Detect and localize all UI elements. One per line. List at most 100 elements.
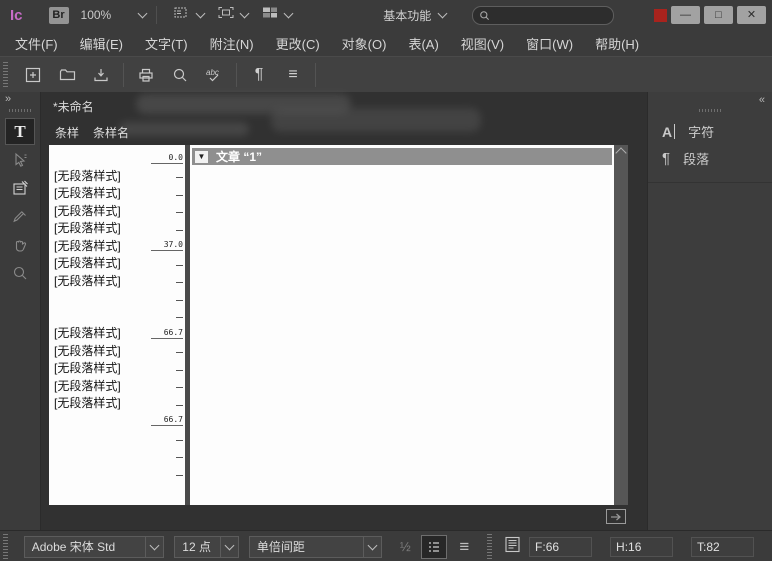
screen-mode-dropdown[interactable] xyxy=(218,6,248,24)
save-button[interactable] xyxy=(84,61,118,89)
menu-item[interactable]: 附注(N) xyxy=(199,34,265,53)
menu-item[interactable]: 表(A) xyxy=(397,34,449,53)
depth-ruler-tick xyxy=(176,317,183,318)
toolbar-grip[interactable] xyxy=(3,62,8,88)
paragraph-style-label: [无段落样式] xyxy=(49,394,149,411)
galley-info-toggle[interactable] xyxy=(421,535,448,559)
arrange-documents-dropdown[interactable] xyxy=(262,6,292,24)
incopy-logo-icon: Ic xyxy=(10,7,23,24)
depth-ruler-cell: 66.7 xyxy=(149,412,185,430)
type-tool[interactable]: T xyxy=(5,118,35,145)
document-area: *未命名 条样条样名 0.0 xyxy=(41,92,648,530)
collapse-dock-icon[interactable]: « xyxy=(759,94,764,106)
depth-ruler-cell xyxy=(149,342,185,360)
leading-dropdown[interactable]: 单倍间距 xyxy=(249,536,382,558)
copyfit-info: F:66H:16T:82 xyxy=(529,537,772,557)
vertical-scrollbar[interactable] xyxy=(614,145,628,505)
maximize-button[interactable]: □ xyxy=(704,6,733,24)
print-button[interactable] xyxy=(129,61,163,89)
galley-row: [无段落样式] xyxy=(49,167,185,185)
depth-ruler-cell xyxy=(149,254,185,272)
depth-ruler-tick xyxy=(176,282,183,283)
hand-tool[interactable] xyxy=(6,232,34,257)
collapse-story-button[interactable]: ▼ xyxy=(195,151,208,163)
view-tabs: 条样条样名 xyxy=(55,124,129,141)
expand-panel-icon[interactable]: » xyxy=(5,93,10,105)
bridge-button[interactable]: Br xyxy=(49,7,69,24)
menu-item[interactable]: 更改(C) xyxy=(265,34,331,53)
chevron-down-icon xyxy=(224,540,234,550)
copyfit-value: T:82 xyxy=(691,537,754,557)
chevron-down-icon xyxy=(284,9,294,19)
depth-ruler-cell xyxy=(149,394,185,412)
view-options-dropdown[interactable] xyxy=(174,6,204,24)
document-bottom-strip xyxy=(41,505,648,530)
statusbar-grip[interactable] xyxy=(487,534,492,560)
statusbar-menu-icon[interactable]: ≡ xyxy=(459,537,469,557)
panel-tab-paragraph[interactable]: ¶ 段落 xyxy=(648,145,772,172)
close-button[interactable]: ✕ xyxy=(737,6,766,24)
paragraph-style-label: [无段落样式] xyxy=(49,377,149,394)
new-document-button[interactable] xyxy=(16,61,50,89)
depth-ruler-cell xyxy=(149,464,185,482)
panel-grip[interactable] xyxy=(9,109,31,112)
panel-tab-character[interactable]: A 字符 xyxy=(648,118,772,145)
note-tool[interactable] xyxy=(6,176,34,201)
galley-row xyxy=(49,464,185,482)
menu-item[interactable]: 对象(O) xyxy=(331,34,398,53)
chevron-down-icon xyxy=(196,9,206,19)
galley-row xyxy=(49,307,185,325)
depth-ruler-tick xyxy=(176,352,183,353)
workspace-switcher[interactable]: 基本功能 xyxy=(383,7,446,24)
depth-ruler-cell: 37.0 xyxy=(149,237,185,255)
font-size-dropdown[interactable]: 12 点 xyxy=(174,536,239,558)
view-tab[interactable]: 条样名 xyxy=(93,124,129,141)
font-family-dropdown[interactable]: Adobe 宋体 Std xyxy=(24,536,165,558)
magnifier-icon xyxy=(12,265,28,281)
document-tab[interactable]: *未命名 xyxy=(53,98,94,115)
show-hidden-characters-button[interactable]: ¶ xyxy=(242,61,276,89)
depth-ruler-tick xyxy=(176,265,183,266)
minimize-button[interactable]: — xyxy=(671,6,700,24)
jump-arrow-icon xyxy=(609,512,623,522)
story-editor[interactable]: ▼ 文章 “1” xyxy=(190,145,614,505)
incopy-window: Ic Br 100% 基本功能 xyxy=(0,0,772,561)
save-icon xyxy=(93,67,109,83)
smudge-artifact xyxy=(271,108,481,132)
eyedropper-tool[interactable] xyxy=(6,204,34,229)
galley-row: [无段落样式] xyxy=(49,377,185,395)
chevron-down-icon xyxy=(438,9,448,19)
paragraph-style-label: [无段落样式] xyxy=(49,342,149,359)
overset-jump-icon[interactable] xyxy=(606,509,626,524)
zoom-level-dropdown[interactable]: 100% xyxy=(81,8,147,22)
panel-grip[interactable] xyxy=(699,109,721,112)
menu-item[interactable]: 视图(V) xyxy=(450,34,515,53)
separator xyxy=(315,63,316,87)
menu-item[interactable]: 帮助(H) xyxy=(584,34,650,53)
zoom-tool-button[interactable] xyxy=(163,61,197,89)
menu-item[interactable]: 文字(T) xyxy=(134,34,199,53)
toolbar-menu-icon[interactable]: ≡ xyxy=(276,61,310,89)
position-tool[interactable] xyxy=(6,148,34,173)
hand-icon xyxy=(12,237,28,253)
depth-ruler-cell xyxy=(149,219,185,237)
menu-item[interactable]: 窗口(W) xyxy=(515,34,584,53)
menu-bar: 文件(F)编辑(E)文字(T)附注(N)更改(C)对象(O)表(A)视图(V)窗… xyxy=(0,30,772,56)
depth-ruler-tick xyxy=(176,195,183,196)
view-tab[interactable]: 条样 xyxy=(55,124,79,141)
spellcheck-button[interactable]: abc xyxy=(197,61,231,89)
font-family-value: Adobe 宋体 Std xyxy=(25,538,146,555)
search-box[interactable] xyxy=(472,6,614,25)
zoom-tool[interactable] xyxy=(6,260,34,285)
paragraph-style-column: 0.0 [无段落样式] xyxy=(49,145,185,505)
menu-item[interactable]: 编辑(E) xyxy=(69,34,134,53)
type-tool-icon: T xyxy=(14,122,25,142)
new-document-icon xyxy=(25,67,41,83)
depth-ruler-cell xyxy=(149,289,185,307)
menu-item[interactable]: 文件(F) xyxy=(4,34,69,53)
open-button[interactable] xyxy=(50,61,84,89)
search-input[interactable] xyxy=(494,8,598,22)
statusbar-grip[interactable] xyxy=(3,534,8,560)
galley-row: [无段落样式] xyxy=(49,394,185,412)
galley-row xyxy=(49,429,185,447)
